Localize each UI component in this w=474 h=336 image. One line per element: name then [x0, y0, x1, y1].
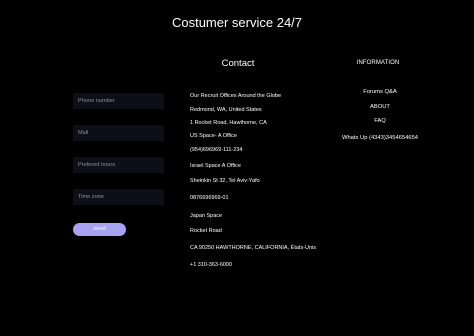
phone-line: 0876696969-01 — [190, 195, 229, 201]
preferred-hours-input[interactable] — [73, 157, 164, 173]
send-button[interactable]: send — [73, 223, 126, 236]
information-heading: INFORMATION — [356, 60, 400, 66]
address-line: 1 Rocket Road, Hawthorne, CA — [190, 120, 267, 126]
address-line: Sheinkin St 32, Tel Aviv-Yafo — [190, 178, 260, 184]
address-line: Redmond, WA, United States — [190, 107, 262, 113]
page-title: Costumer service 24/7 — [171, 15, 303, 30]
address-line: Our Recruit Offices Around the Globe — [190, 93, 281, 99]
faq-link[interactable]: FAQ — [320, 118, 440, 124]
address-line: CA 90250 HAWTHORNE, CALIFORNIA, États-Un… — [190, 245, 317, 251]
phone-line: (954)696969-111-234 — [190, 147, 243, 153]
address-line: Rocket Road — [190, 228, 222, 234]
mail-input[interactable] — [73, 125, 164, 141]
address-line: Israel Space A Office — [190, 163, 241, 169]
phone-line: +1 310-363-6000 — [190, 262, 233, 268]
contact-heading: Contact — [221, 58, 255, 69]
about-link[interactable]: ABOUT — [320, 104, 440, 110]
whatsapp-link[interactable]: Whats Up (4343)3454654654 — [320, 135, 440, 141]
address-line: US Space- A Office — [190, 133, 237, 139]
phone-number-input[interactable] — [73, 93, 164, 109]
forums-link[interactable]: Forums Q&A — [320, 89, 440, 95]
time-zone-input[interactable] — [73, 189, 164, 205]
address-line: Japan Space — [190, 213, 223, 219]
